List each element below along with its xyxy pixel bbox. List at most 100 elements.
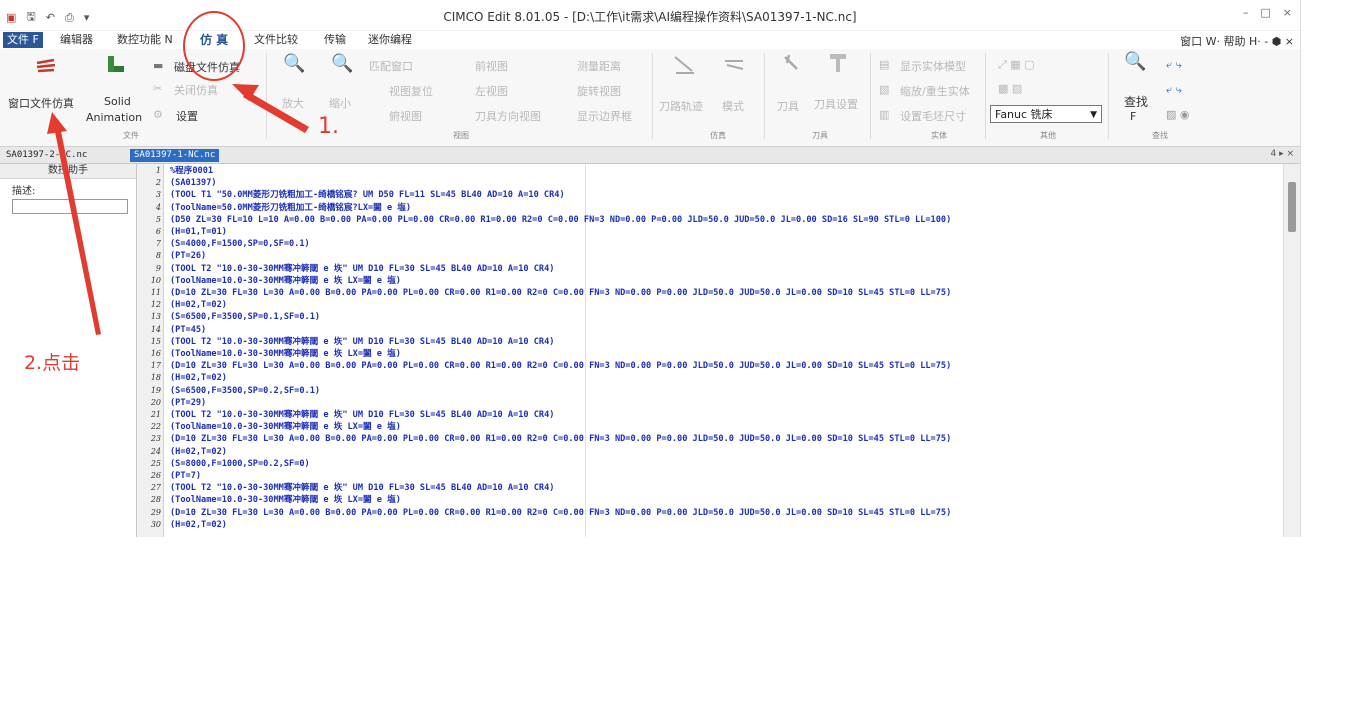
show-solid-model-button[interactable]: 显示实体模型 [900,58,966,74]
line-number: 12 [150,300,161,310]
rotate-view-button[interactable]: 旋转视图 [577,83,621,99]
top-view-button[interactable]: 俯视图 [389,108,422,124]
left-view-button[interactable]: 左视图 [475,83,508,99]
zoom-in-icon[interactable]: 🔍 [283,53,305,74]
code-line: (ToolName=50.0MM菱形刀铣粗加工-绮橋铭宸?LX=闔 e 塩) [170,202,412,213]
line-number: 30 [150,519,161,529]
animation-button[interactable]: Animation [86,111,142,124]
tab-editor[interactable]: 编辑器 [56,32,97,48]
zoom-in-button[interactable]: 放大 [282,95,304,111]
tool-settings-button[interactable]: 刀具设置 [814,96,858,112]
window-simulation-icon[interactable] [34,55,58,79]
view-group-label: 视图 [453,131,469,140]
mode-icon[interactable] [722,53,746,77]
doc-tabs-nav[interactable]: 4 ▸ × [1270,149,1294,159]
front-view-button[interactable]: 前视图 [475,58,508,74]
line-number: 23 [150,434,161,444]
maximize-button[interactable]: □ [1260,6,1270,19]
toolpath-icon[interactable] [672,53,696,77]
line-number: 24 [150,446,161,456]
find-icon[interactable]: 🔍 [1124,51,1146,72]
close-simulation-button[interactable]: 关闭仿真 [174,82,218,98]
line-number: 5 [155,214,161,224]
group-separator [870,53,871,139]
reset-view-button[interactable]: 视图复位 [389,83,433,99]
window-file-simulation-button[interactable]: 窗口文件仿真 [8,95,74,111]
tab-mini-programming[interactable]: 迷你编程 [364,32,416,48]
solid-animation-icon[interactable] [104,53,128,77]
show-solid-icon: ▤ [879,58,890,71]
annotation-circle [183,11,245,81]
settings-button[interactable]: 设置 [176,108,198,124]
other-small-icons[interactable]: ⤢ ▦ ▢ [998,58,1035,72]
stock-size-icon: ▥ [879,108,890,121]
tool-icon[interactable] [781,53,805,77]
other-small-icons-2[interactable]: ▩ ▨ [998,82,1022,95]
find-options-icon[interactable]: ▨ ◉ [1166,108,1190,121]
group-separator [764,53,765,139]
code-line: (D=10 ZL=30 FL=30 L=30 A=0.00 B=0.00 PA=… [170,361,952,372]
set-stock-size-button[interactable]: 设置毛坯尺寸 [900,108,966,124]
line-number: 17 [150,361,161,371]
doc-tab-sa01397-1[interactable]: SA01397-1-NC.nc [130,149,220,162]
line-number: 8 [155,251,161,261]
line-number: 11 [150,288,161,297]
line-number: 25 [150,458,161,468]
tool-direction-view-button[interactable]: 刀具方向视图 [475,108,541,124]
description-input[interactable] [12,199,128,214]
window-help-menu[interactable]: 窗口 W· 帮助 H· - ⬢ × [1180,33,1294,49]
find-button[interactable]: 查找 [1124,93,1148,110]
code-line: %程序0001 [170,166,214,176]
regen-solid-button[interactable]: 缩放/重生实体 [900,83,970,99]
group-separator [985,53,986,139]
tab-nc-functions[interactable]: 数控功能 N [113,32,177,48]
simulation-group-label: 仿真 [710,131,726,140]
code-line: (D=10 ZL=30 FL=30 L=30 A=0.00 B=0.00 PA=… [170,507,952,518]
find-group-label: 查找 [1152,131,1168,140]
solid-button[interactable]: Solid [104,95,131,108]
group-separator [652,53,653,139]
line-number: 13 [150,312,161,322]
scrollbar-thumb[interactable] [1288,182,1296,232]
tab-file[interactable]: 文件 F [3,32,43,48]
mode-button[interactable]: 模式 [722,98,744,114]
code-line: (TOOL T2 "10.0-30-30MM骞冲簳閾 e 垁" UM D10 F… [170,483,555,494]
zoom-out-icon[interactable]: 🔍 [331,53,353,74]
code-line: (TOOL T2 "10.0-30-30MM骞冲簳閾 e 垁" UM D10 F… [170,336,555,347]
line-number: 19 [150,385,161,395]
code-line: (SA01397) [170,178,217,189]
tool-settings-icon[interactable] [826,51,850,75]
tab-transfer[interactable]: 传输 [320,32,350,48]
code-line: (TOOL T2 "10.0-30-30MM骞冲簳閾 e 垁" UM D10 F… [170,410,555,420]
code-line: (H=01,T=01) [170,227,227,237]
toolpath-button[interactable]: 刀路轨迹 [659,98,703,114]
tool-group-label: 刀具 [812,131,828,140]
fit-window-button[interactable]: 匹配窗口 [369,58,413,74]
group-separator [266,53,267,139]
window-controls: – □ × [1243,6,1292,19]
code-line: (ToolName=10.0-30-30MM骞冲簳閾 e 垁 LX=闔 e 塩) [170,422,401,433]
measure-distance-button[interactable]: 测量距离 [577,58,621,74]
zoom-out-button[interactable]: 缩小 [329,95,351,111]
tab-file-compare[interactable]: 文件比较 [250,32,302,48]
show-bounding-box-button[interactable]: 显示边界框 [577,108,632,124]
line-number: 21 [150,410,161,419]
solid-group-label: 实体 [931,131,947,140]
code-line: (H=02,T=02) [170,300,227,311]
close-sim-icon: ✂ [153,82,163,95]
minimize-button[interactable]: – [1243,6,1249,19]
tool-button[interactable]: 刀具 [777,98,799,114]
close-button[interactable]: × [1283,6,1292,19]
code-line: (H=02,T=02) [170,519,227,530]
annotation-step-1: 1. [318,114,339,139]
find-prev-icon[interactable]: ⤶ ⤷ [1166,83,1182,97]
code-editor[interactable]: 1 2 3 4 5 6 7 8 9 10 11 12 13 14 15 16 17 18 19 20 21 22 23 24 2… [137,164,1283,537]
document-tabs: SA01397-2-NC.nc SA01397-1-NC.nc 4 ▸ × [0,147,1300,164]
code-line: (D50 ZL=30 FL=10 L=10 A=0.00 B=0.00 PA=0… [170,214,952,225]
code-line: (ToolName=10.0-30-30MM骞冲簳閾 e 垁 LX=闔 e 塩) [170,275,401,286]
find-next-icon[interactable]: ⤶ ⤷ [1166,58,1182,72]
doc-tab-sa01397-2[interactable]: SA01397-2-NC.nc [2,149,91,162]
vertical-scrollbar[interactable] [1283,164,1300,537]
machine-select[interactable]: Fanuc 铣床 ▼ [990,105,1102,123]
line-number: 18 [150,373,161,383]
